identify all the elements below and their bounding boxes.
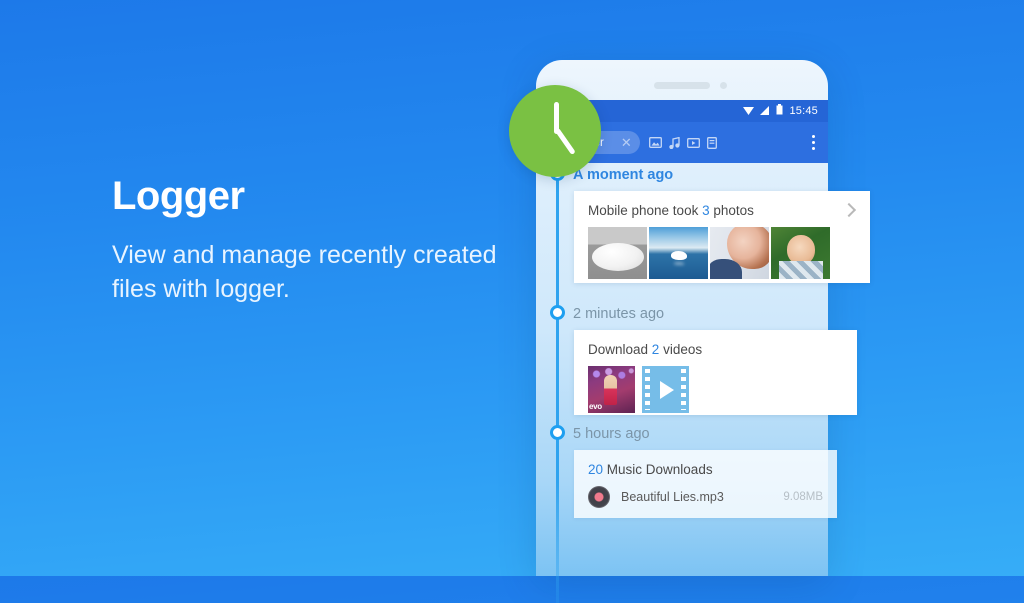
card-title: Mobile phone took 3 photos [588, 203, 754, 218]
timeline-line [556, 173, 559, 603]
document-filter-icon[interactable] [706, 136, 717, 149]
video-placeholder-icon[interactable] [642, 366, 689, 413]
timeline-dot [550, 305, 565, 320]
videos-card[interactable]: Download 2 videos evo [574, 330, 857, 415]
logger-feed: A moment ago Mobile phone took 3 photos … [536, 163, 870, 603]
vinyl-record-icon [588, 486, 610, 508]
photo-thumbnail[interactable] [710, 227, 769, 279]
photo-thumbnail[interactable] [588, 227, 647, 279]
group-time-label: 2 minutes ago [573, 306, 665, 322]
video-thumbnail[interactable]: evo [588, 366, 635, 413]
music-count: 20 [588, 462, 604, 477]
marketing-copy: Logger View and manage recently created … [112, 176, 502, 306]
music-file-row[interactable]: Beautiful Lies.mp3 9.08MB [588, 486, 823, 508]
filter-icon-group [648, 136, 717, 149]
group-time-label: A moment ago [573, 167, 674, 183]
wifi-icon [743, 102, 755, 120]
battery-icon [776, 102, 783, 120]
play-icon [660, 380, 674, 399]
video-filter-icon[interactable] [686, 137, 700, 148]
music-file-name: Beautiful Lies.mp3 [621, 490, 724, 504]
clock-hour-hand-icon [554, 127, 576, 156]
card-title: Download 2 videos [588, 342, 703, 357]
photo-thumbnail[interactable] [771, 227, 830, 279]
app-badge [509, 85, 601, 177]
image-filter-icon[interactable] [648, 137, 662, 148]
status-bar-clock: 15:45 [789, 105, 818, 117]
music-file-size: 9.08MB [783, 491, 823, 503]
phone-speaker-icon [654, 82, 710, 89]
phone-camera-icon [720, 82, 727, 89]
music-card[interactable]: 20 Music Downloads Beautiful Lies.mp3 9.… [574, 450, 837, 518]
photo-thumbnail-strip [588, 227, 830, 279]
card-title: 20 Music Downloads [588, 462, 713, 477]
vevo-watermark: evo [589, 402, 602, 411]
close-icon[interactable]: ✕ [621, 136, 634, 149]
music-filter-icon[interactable] [669, 136, 680, 149]
app-screen: 15:45 Logger ✕ [536, 100, 870, 603]
photos-card[interactable]: Mobile phone took 3 photos [574, 191, 870, 283]
photo-count: 3 [702, 203, 710, 218]
page-title: Logger [112, 174, 245, 218]
overflow-menu-icon[interactable] [812, 135, 819, 150]
video-thumbnail-strip: evo [588, 366, 689, 413]
signal-icon [760, 102, 770, 120]
group-time-label: 5 hours ago [573, 426, 650, 442]
page-subtitle: View and manage recently created files w… [112, 241, 497, 303]
photo-thumbnail[interactable] [649, 227, 708, 279]
timeline-dot [550, 425, 565, 440]
chevron-right-icon[interactable] [841, 202, 857, 218]
